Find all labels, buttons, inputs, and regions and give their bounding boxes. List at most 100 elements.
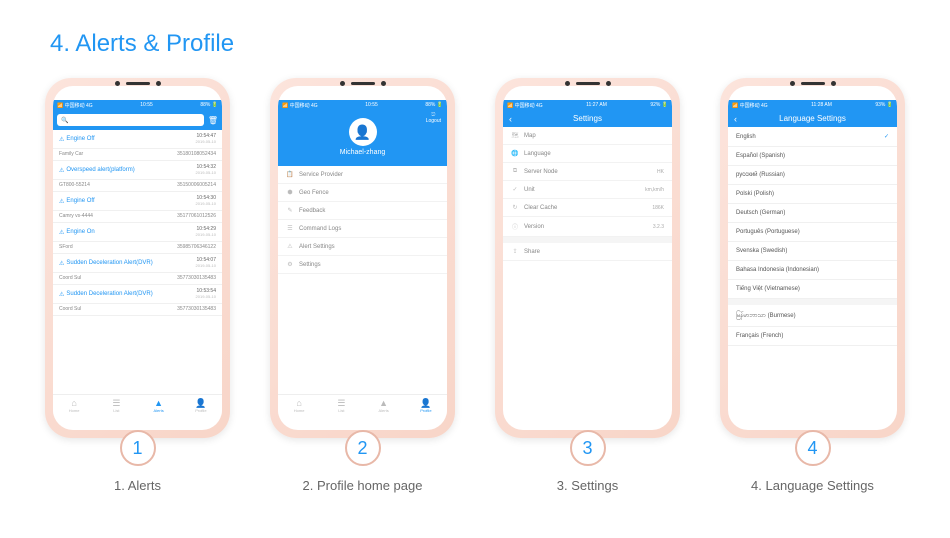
settings-icon: ⓘ (511, 222, 519, 231)
status-bar: 📶 中国移动 4G 11:27 AM 92% 🔋 (503, 100, 672, 110)
settings-row[interactable]: ↻ Clear Cache 186K (503, 199, 672, 217)
settings-row[interactable]: ⇪ Share (503, 243, 672, 261)
alert-row[interactable]: Overspeed alert(platform) 10:54:322019-0… (53, 161, 222, 180)
check-icon: ✓ (884, 133, 889, 140)
profile-menu-item[interactable]: ⚙ Settings (278, 256, 447, 274)
menu-label: Service Provider (299, 172, 343, 178)
alert-row[interactable]: Engine Off 10:54:472019-05-10 (53, 130, 222, 149)
alert-time: 10:54:472019-05-10 (196, 133, 216, 145)
tab-profile[interactable]: 👤 Profile (180, 395, 222, 416)
settings-row[interactable]: 🌐 Language (503, 145, 672, 163)
tab-alerts[interactable]: ▲ Alerts (138, 395, 180, 416)
alert-row[interactable]: Sudden Deceleration Alert(DVR) 10:53:542… (53, 285, 222, 304)
alert-name: Engine Off (59, 136, 95, 143)
alert-row[interactable]: Engine On 10:54:292019-05-10 (53, 223, 222, 242)
settings-row[interactable]: ✓ Unit km,km/h (503, 181, 672, 199)
language-label: Français (French) (736, 333, 783, 339)
language-row[interactable]: русский (Russian) (728, 166, 897, 185)
profile-menu-item[interactable]: ⚠ Alert Settings (278, 238, 447, 256)
tab-home[interactable]: ⌂ Home (53, 395, 95, 416)
profile-menu-item[interactable]: 📋 Service Provider (278, 166, 447, 184)
phone-3-frame: 📶 中国移动 4G 11:27 AM 92% 🔋 ‹ Settings 🗺 Ma… (495, 78, 680, 438)
avatar[interactable]: 👤 (349, 118, 377, 146)
caption-2: 2. Profile home page (303, 478, 423, 493)
language-label: Español (Spanish) (736, 153, 785, 159)
profile-menu-item[interactable]: ☰ Command Logs (278, 220, 447, 238)
caption-4: 4. Language Settings (751, 478, 874, 493)
language-label: Bahasa Indonesia (Indonesian) (736, 267, 819, 273)
alerts-icon: ▲ (154, 399, 163, 408)
settings-list: 🗺 Map 🌐 Language ⧉ Server Node HK ✓ Unit… (503, 127, 672, 261)
alert-row[interactable]: Engine Off 10:54:302019-05-10 (53, 192, 222, 211)
settings-row[interactable]: ⓘ Version 3.2.3 (503, 217, 672, 237)
phone-4-screen: 📶 中国移动 4G 11:28 AM 93% 🔋 ‹ Language Sett… (728, 100, 897, 416)
profile-icon: 👤 (195, 399, 206, 408)
phone-1-wrap: 📶 中国移动 4G 10:55 88% 🔋 🗑 Engine Off 10:54… (45, 78, 230, 493)
settings-icon: ⇪ (511, 248, 519, 255)
profile-menu-item[interactable]: ✎ Feedback (278, 202, 447, 220)
alert-device-row: Camry vs-444435177061012526 (53, 211, 222, 223)
language-row[interactable]: Deutsch (German) (728, 204, 897, 223)
settings-row[interactable]: ⧉ Server Node HK (503, 163, 672, 181)
trash-icon[interactable]: 🗑 (208, 116, 218, 125)
settings-label: Server Node (524, 169, 558, 175)
alert-name: Overspeed alert(platform) (59, 167, 135, 174)
settings-label: Share (524, 249, 540, 255)
menu-icon: ☰ (286, 225, 294, 232)
alert-name: Engine On (59, 229, 95, 236)
phone-2-screen: 📶 中国移动 4G 10:55 88% 🔋 ⎋Logout 👤 Michael-… (278, 100, 447, 416)
alerts-icon: ▲ (379, 399, 388, 408)
alert-device-row: Family Car35180108052434 (53, 149, 222, 161)
language-row[interactable]: English ✓ (728, 127, 897, 147)
language-label: Polski (Polish) (736, 191, 774, 197)
device-name: SFord (59, 244, 73, 250)
menu-label: Feedback (299, 208, 325, 214)
alert-row[interactable]: Sudden Deceleration Alert(DVR) 10:54:072… (53, 254, 222, 273)
home-button-2: 2 (345, 430, 381, 466)
language-row[interactable]: Polski (Polish) (728, 185, 897, 204)
device-name: Coord Sul (59, 275, 81, 281)
language-row[interactable]: Français (French) (728, 327, 897, 346)
settings-icon: ↻ (511, 204, 519, 211)
device-name: Camry vs-4444 (59, 213, 93, 219)
tab-list[interactable]: ☰ List (320, 395, 362, 416)
phone-4-wrap: 📶 中国移动 4G 11:28 AM 93% 🔋 ‹ Language Sett… (720, 78, 905, 493)
page-title: 4. Alerts & Profile (0, 0, 950, 58)
search-input[interactable] (57, 114, 204, 126)
language-row[interactable]: Svenska (Swedish) (728, 242, 897, 261)
language-header: ‹ Language Settings (728, 110, 897, 127)
device-id: 35773030135483 (177, 275, 216, 281)
alert-device-row: GT800-5521435150006005214 (53, 180, 222, 192)
phone-3-screen: 📶 中国移动 4G 11:27 AM 92% 🔋 ‹ Settings 🗺 Ma… (503, 100, 672, 416)
profile-menu-item[interactable]: ⬢ Geo Fence (278, 184, 447, 202)
back-icon[interactable]: ‹ (509, 114, 512, 124)
profile-hero: ⎋Logout 👤 Michael-zhang (278, 110, 447, 166)
language-row[interactable]: Bahasa Indonesia (Indonesian) (728, 261, 897, 280)
language-row[interactable]: Español (Spanish) (728, 147, 897, 166)
settings-label: Unit (524, 187, 535, 193)
phone-1-frame: 📶 中国移动 4G 10:55 88% 🔋 🗑 Engine Off 10:54… (45, 78, 230, 438)
settings-value: 186K (652, 205, 664, 211)
menu-icon: ✎ (286, 207, 294, 214)
language-row[interactable]: Tiếng Việt (Vietnamese) (728, 280, 897, 299)
language-row[interactable]: မြန်မာဘာသာ (Burmese) (728, 305, 897, 327)
settings-value: km,km/h (645, 187, 664, 193)
alert-name: Sudden Deceleration Alert(DVR) (59, 260, 153, 267)
profile-icon: 👤 (420, 399, 431, 408)
phone-1-screen-wrap: 📶 中国移动 4G 10:55 88% 🔋 🗑 Engine Off 10:54… (53, 86, 222, 430)
alert-time: 10:54:292019-05-10 (196, 226, 216, 238)
device-name: Family Car (59, 151, 83, 157)
tab-bar: ⌂ Home ☰ List ▲ Alerts 👤 Profile (278, 394, 447, 416)
tab-home[interactable]: ⌂ Home (278, 395, 320, 416)
language-list: English ✓ Español (Spanish) русский (Rus… (728, 127, 897, 346)
list-icon: ☰ (337, 399, 345, 408)
device-id: 35150006005214 (177, 182, 216, 188)
tab-profile[interactable]: 👤 Profile (405, 395, 447, 416)
back-icon[interactable]: ‹ (734, 114, 737, 124)
tab-bar: ⌂ Home ☰ List ▲ Alerts 👤 Profile (53, 394, 222, 416)
language-row[interactable]: Português (Portuguese) (728, 223, 897, 242)
logout-button[interactable]: ⎋Logout (426, 112, 441, 124)
tab-list[interactable]: ☰ List (95, 395, 137, 416)
tab-alerts[interactable]: ▲ Alerts (363, 395, 405, 416)
settings-row[interactable]: 🗺 Map (503, 127, 672, 145)
